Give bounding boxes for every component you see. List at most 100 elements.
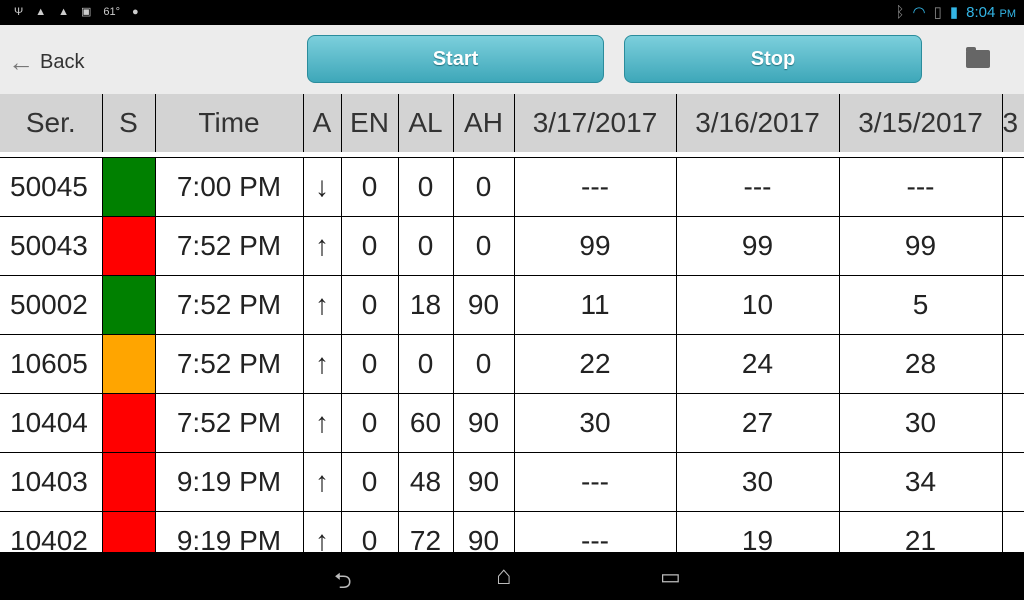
column-header[interactable]: Ser. xyxy=(0,94,103,152)
temperature: 61° xyxy=(103,5,121,18)
cell-d2: --- xyxy=(676,156,840,216)
folder-icon[interactable] xyxy=(966,47,990,68)
table-row[interactable]: 50043 7:52 PM ↑ 0 0 0 99 99 99 xyxy=(0,215,1024,275)
cell-d3: 30 xyxy=(839,392,1003,452)
column-header[interactable]: Time xyxy=(155,94,304,152)
cell-a: ↑ xyxy=(303,333,342,393)
cell-time: 7:52 PM xyxy=(155,333,304,393)
table-row[interactable]: 50045 7:00 PM ↓ 0 0 0 --- --- --- xyxy=(0,156,1024,216)
status-indicator xyxy=(102,392,156,452)
cell-d3: 34 xyxy=(839,451,1003,511)
cell-d1: 11 xyxy=(514,274,677,334)
warning-icon: ▲ xyxy=(58,5,69,18)
cell-en: 0 xyxy=(341,451,399,511)
cell-ah: 0 xyxy=(453,156,515,216)
cell-al: 48 xyxy=(398,451,454,511)
usb-icon: Ψ xyxy=(14,5,24,18)
cell-d2: 27 xyxy=(676,392,840,452)
arrow-left-icon: ← xyxy=(8,47,34,77)
cell-extra xyxy=(1002,333,1024,393)
cell-ah: 0 xyxy=(453,215,515,275)
cell-a: ↑ xyxy=(303,274,342,334)
cell-ah: 90 xyxy=(453,392,515,452)
cell-ah: 90 xyxy=(453,274,515,334)
cell-time: 7:00 PM xyxy=(155,156,304,216)
cell-ser: 50002 xyxy=(0,274,103,334)
column-header[interactable]: 3/16/2017 xyxy=(676,94,840,152)
status-bar: Ψ ▲ ▲ ▣ 61° ● ᛒ ◠ ▯ ▮ 8:04 PM xyxy=(0,0,1024,25)
table-row[interactable]: 10404 7:52 PM ↑ 0 60 90 30 27 30 xyxy=(0,392,1024,452)
cell-extra xyxy=(1002,451,1024,511)
cell-d3: --- xyxy=(839,156,1003,216)
cell-a: ↑ xyxy=(303,215,342,275)
clock: 8:04 xyxy=(966,3,996,21)
battery-icon: ▮ xyxy=(949,4,959,21)
status-indicator xyxy=(102,215,156,275)
toolbar: ← Back Start Stop xyxy=(0,25,1024,94)
column-header[interactable]: A xyxy=(303,94,342,152)
status-indicator xyxy=(102,333,156,393)
image-icon: ▣ xyxy=(80,6,92,18)
cell-en: 0 xyxy=(341,156,399,216)
status-indicator xyxy=(102,451,156,511)
back-label: Back xyxy=(40,51,85,73)
cell-ser: 10605 xyxy=(0,333,103,393)
cell-al: 18 xyxy=(398,274,454,334)
back-button[interactable]: ← Back xyxy=(8,47,84,78)
cell-a: ↑ xyxy=(303,392,342,452)
table-row[interactable]: 10605 7:52 PM ↑ 0 0 0 22 24 28 xyxy=(0,333,1024,393)
clock-ampm: PM xyxy=(999,7,1017,20)
cell-d1: 22 xyxy=(514,333,677,393)
wifi-icon: ◠ xyxy=(912,4,926,21)
cell-d2: 10 xyxy=(676,274,840,334)
cell-extra xyxy=(1002,274,1024,334)
bluetooth-icon: ᛒ xyxy=(895,3,905,21)
cell-d3: 99 xyxy=(839,215,1003,275)
cell-en: 0 xyxy=(341,333,399,393)
column-header[interactable]: 3/17/2017 xyxy=(514,94,677,152)
table-row[interactable]: 50002 7:52 PM ↑ 0 18 90 11 10 5 xyxy=(0,274,1024,334)
cell-time: 9:19 PM xyxy=(155,451,304,511)
column-header[interactable]: 3 xyxy=(1002,94,1024,152)
cell-d2: 24 xyxy=(676,333,840,393)
android-icon: ● xyxy=(132,5,139,18)
warning-icon: ▲ xyxy=(35,5,47,18)
cell-extra xyxy=(1002,156,1024,216)
cell-ser: 50045 xyxy=(0,156,103,216)
column-header[interactable]: 3/15/2017 xyxy=(839,94,1003,152)
status-indicator xyxy=(102,156,156,216)
cell-al: 0 xyxy=(398,333,454,393)
table-row[interactable]: 10403 9:19 PM ↑ 0 48 90 --- 30 34 xyxy=(0,451,1024,511)
nav-back-icon[interactable]: ⮌ xyxy=(334,564,352,602)
nav-home-icon[interactable]: ⌂ xyxy=(496,560,512,591)
cell-a: ↓ xyxy=(303,156,342,216)
cell-time: 7:52 PM xyxy=(155,215,304,275)
cell-d1: 30 xyxy=(514,392,677,452)
column-header[interactable]: AH xyxy=(453,94,515,152)
cell-extra xyxy=(1002,215,1024,275)
column-header[interactable]: EN xyxy=(341,94,399,152)
cell-en: 0 xyxy=(341,392,399,452)
stop-button[interactable]: Stop xyxy=(624,35,922,83)
nav-recents-icon[interactable]: ▭ xyxy=(660,564,681,590)
column-header[interactable]: AL xyxy=(398,94,454,152)
cell-time: 7:52 PM xyxy=(155,274,304,334)
cell-d3: 28 xyxy=(839,333,1003,393)
status-indicator xyxy=(102,274,156,334)
cell-d2: 30 xyxy=(676,451,840,511)
cell-ah: 90 xyxy=(453,451,515,511)
cell-d1: --- xyxy=(514,451,677,511)
cell-en: 0 xyxy=(341,274,399,334)
cell-a: ↑ xyxy=(303,451,342,511)
cell-d2: 99 xyxy=(676,215,840,275)
column-header[interactable]: S xyxy=(102,94,156,152)
cell-al: 0 xyxy=(398,215,454,275)
data-table: Ser. S Time A EN AL AH 3/17/2017 3/16/2017 3/15/2… xyxy=(0,94,1024,570)
sim-icon: ▯ xyxy=(933,4,942,21)
cell-d1: --- xyxy=(514,156,677,216)
cell-al: 0 xyxy=(398,156,454,216)
cell-ser: 50043 xyxy=(0,215,103,275)
cell-ah: 0 xyxy=(453,333,515,393)
cell-d1: 99 xyxy=(514,215,677,275)
start-button[interactable]: Start xyxy=(307,35,604,83)
